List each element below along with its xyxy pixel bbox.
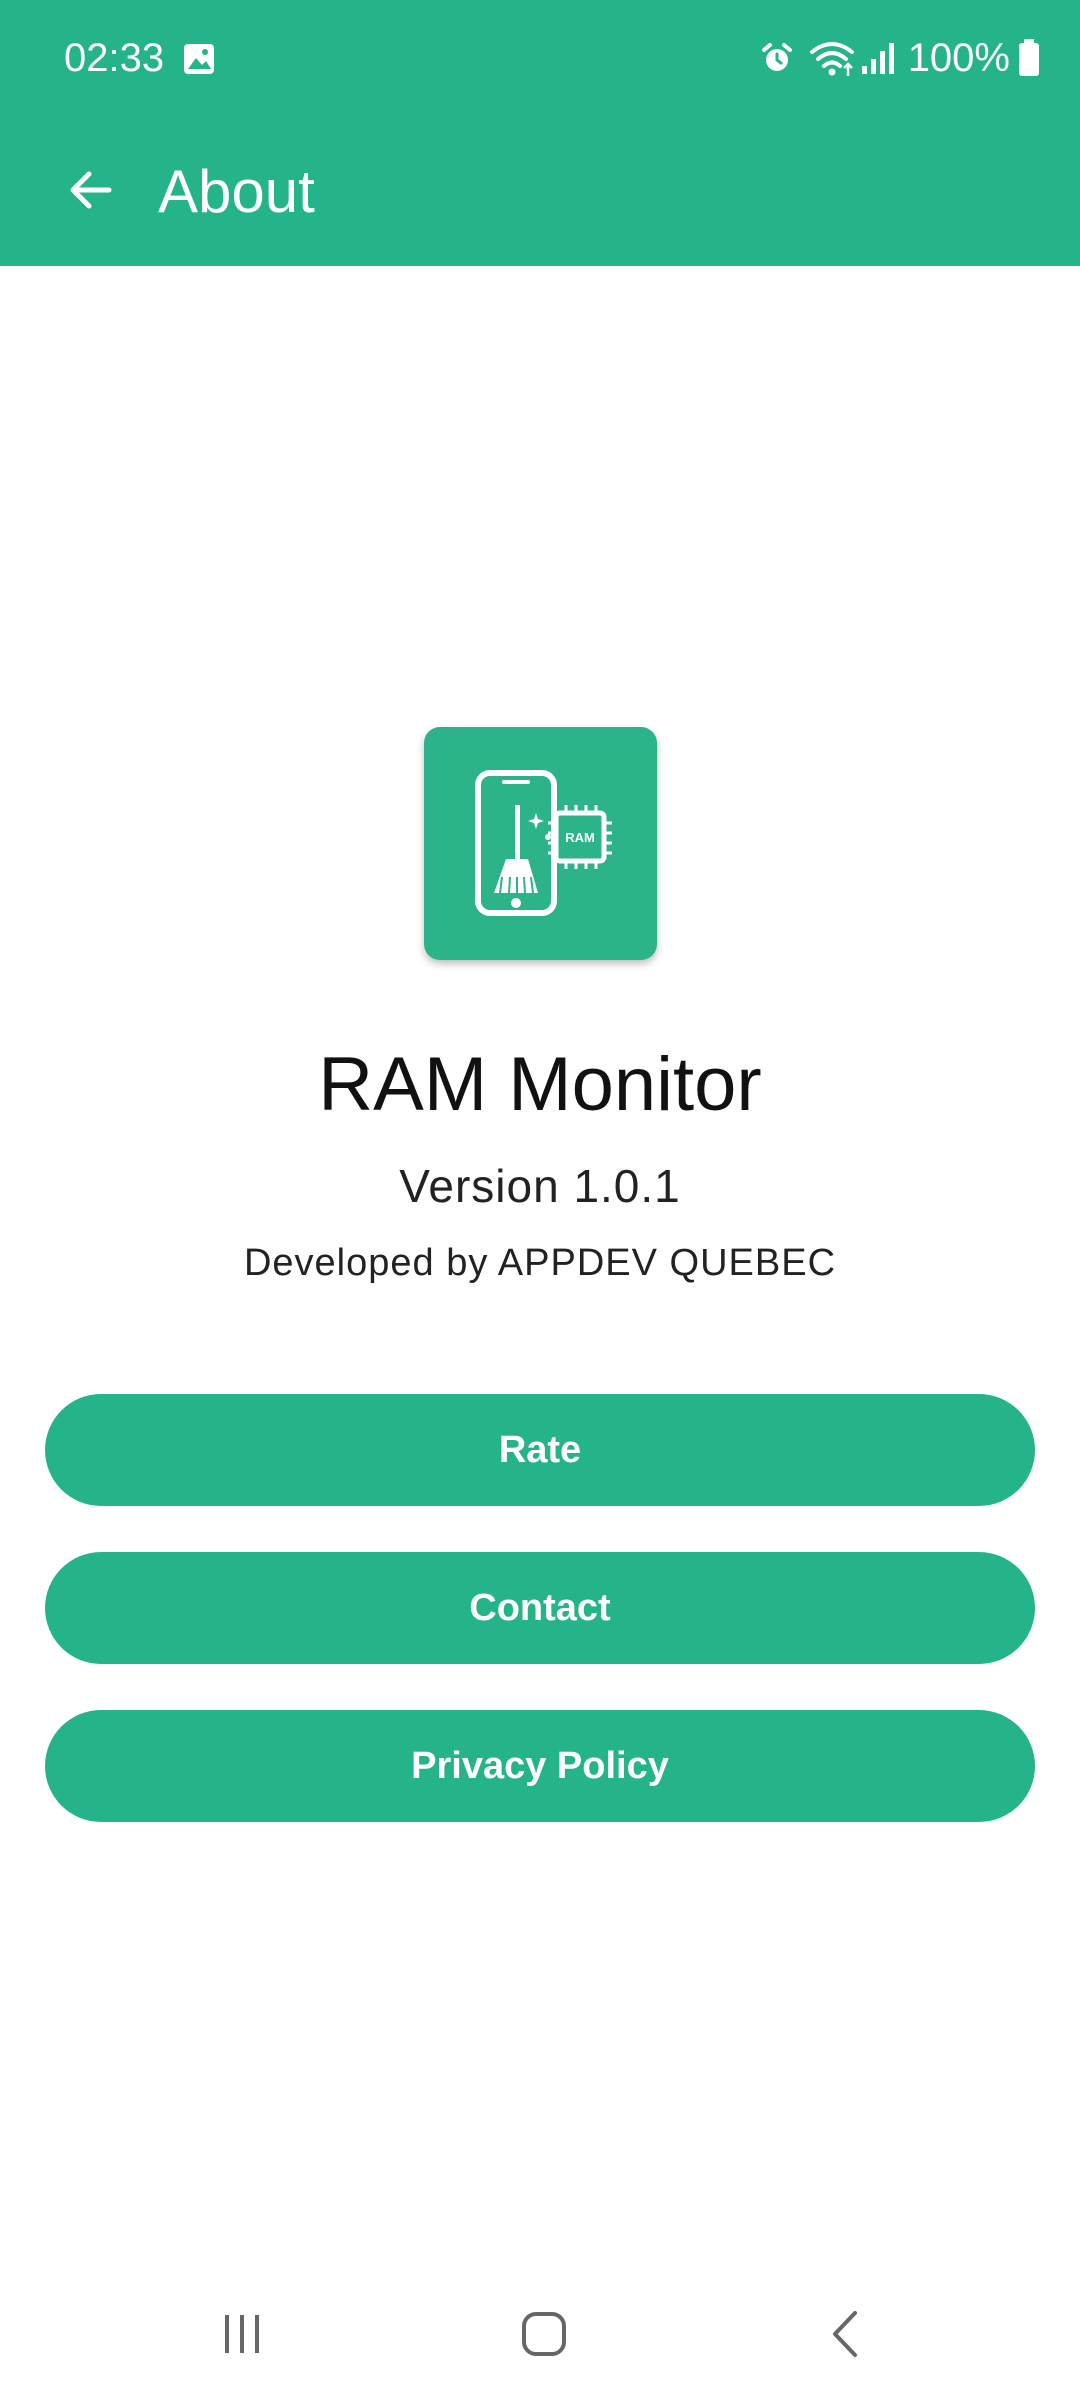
back-icon [821,2309,871,2364]
contact-button[interactable]: Contact [45,1552,1035,1664]
page-title: About [158,158,315,225]
home-icon [519,2309,569,2364]
alarm-icon [760,41,794,75]
app-bar: 02:33 100% About [0,0,1080,266]
developer-credit: Developed by APPDEV QUEBEC [243,1242,837,1284]
status-icons: 100% [760,30,1040,86]
recents-button[interactable] [182,2296,302,2376]
system-nav-bar [0,2276,1080,2400]
home-button[interactable] [484,2296,604,2376]
gallery-icon [182,42,216,81]
signal-icon [860,40,896,76]
arrow-left-icon [65,165,115,220]
battery-percent: 100% [907,35,1010,80]
chip-label: RAM [565,830,595,845]
app-version: Version 1.0.1 [399,1160,681,1212]
battery-icon [1018,39,1040,77]
rate-button[interactable]: Rate [45,1394,1035,1506]
status-time: 02:33 [64,36,165,80]
recents-icon [217,2309,267,2364]
nav-back-button[interactable] [786,2296,906,2376]
toolbar: About [0,118,1080,266]
back-button[interactable] [44,146,136,238]
ram-cleaner-app-icon: RAM [424,727,657,960]
privacy-policy-button[interactable]: Privacy Policy [45,1710,1035,1822]
app-name: RAM Monitor [318,1042,762,1127]
status-bar: 02:33 100% [0,0,1080,118]
wifi-icon [808,38,856,78]
